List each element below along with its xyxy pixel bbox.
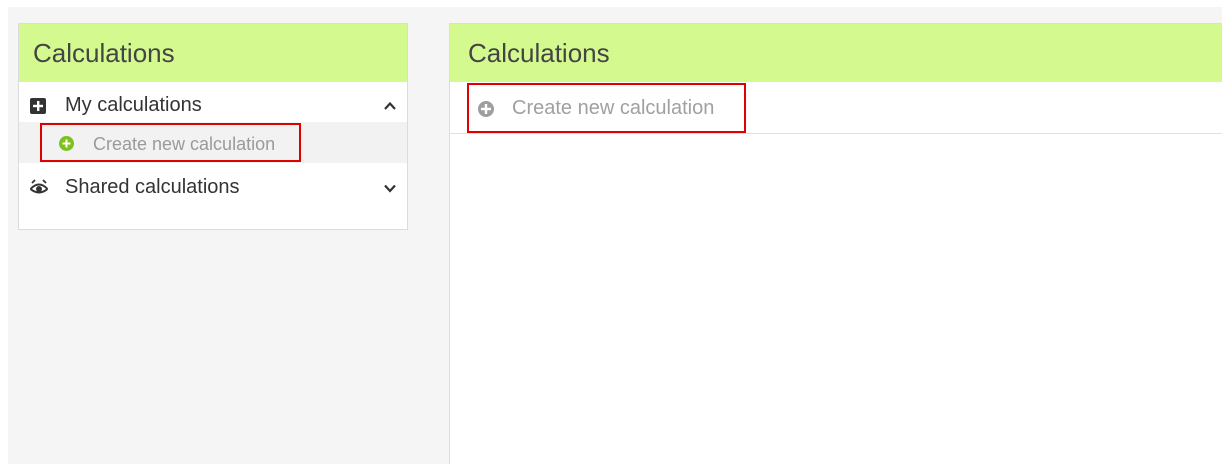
chevron-up-icon[interactable]: [383, 96, 397, 110]
sidebar-item-shared-calculations[interactable]: Shared calculations: [19, 168, 407, 208]
shared-eye-icon: [29, 179, 49, 197]
main-title: Calculations: [468, 37, 610, 68]
sidebar-header: Calculations: [19, 24, 407, 82]
sidebar-item-label: My calculations: [65, 94, 202, 116]
create-new-calculation-button[interactable]: Create new calculation: [467, 83, 746, 133]
plus-square-icon: [29, 97, 47, 115]
main-panel: Calculations Create new calculation: [449, 23, 1222, 464]
sidebar-title: Calculations: [33, 37, 175, 68]
create-new-button-label: Create new calculation: [512, 97, 715, 119]
plus-circle-icon: [477, 100, 495, 118]
sidebar-create-new-calculation[interactable]: Create new calculation: [40, 123, 301, 162]
main-header: Calculations: [450, 24, 1222, 82]
sidebar-subitem-row: Create new calculation: [19, 122, 407, 163]
plus-circle-icon: [59, 136, 74, 151]
chevron-down-icon[interactable]: [383, 178, 397, 193]
main-toolbar: Create new calculation: [450, 82, 1222, 134]
sidebar-panel: Calculations My calculations Create new …: [18, 23, 408, 230]
sidebar-item-my-calculations[interactable]: My calculations: [19, 86, 407, 126]
sidebar-item-label: Shared calculations: [65, 176, 240, 198]
create-new-label: Create new calculation: [93, 134, 276, 154]
